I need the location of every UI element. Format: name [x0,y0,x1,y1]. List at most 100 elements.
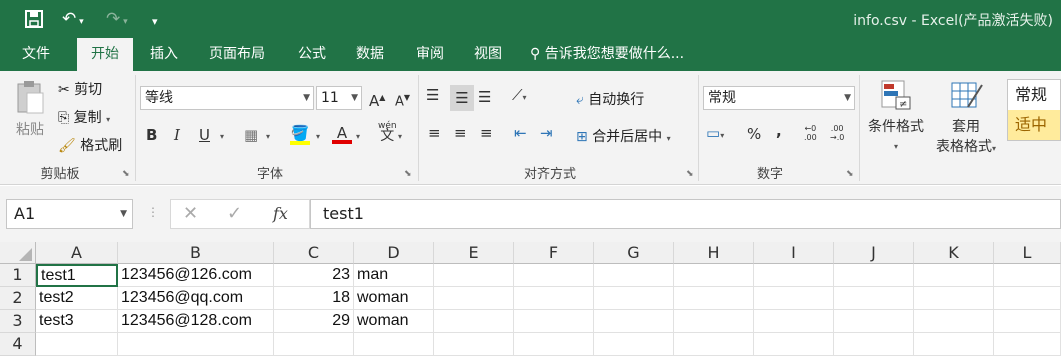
undo-icon[interactable]: ↶ ▾ [62,9,84,32]
column-header-i[interactable]: I [754,242,834,264]
cell-j3[interactable] [834,310,914,333]
cell-f3[interactable] [514,310,594,333]
increase-decimal-icon[interactable]: ←0.00 [804,124,817,142]
name-box[interactable]: A1 ▼ [6,199,133,229]
format-painter-button[interactable]: 🖌 格式刷 [58,135,122,155]
cell-g3[interactable] [594,310,674,333]
cell-k4[interactable] [914,333,994,356]
cell-b3[interactable]: 123456@128.com [118,310,274,333]
cell-e4[interactable] [434,333,514,356]
font-color-dropdown-icon[interactable]: ▾ [356,132,360,141]
align-middle-icon[interactable]: ☰ [450,85,474,111]
formula-input[interactable]: test1 [310,199,1061,229]
cell-j4[interactable] [834,333,914,356]
save-icon[interactable] [24,9,44,34]
tab-home[interactable]: 开始 [77,38,133,71]
accounting-format-icon[interactable]: ▭▾ [706,123,724,146]
orientation-icon[interactable]: ⟋▾ [512,85,527,108]
align-center-icon[interactable]: ≡ [454,123,467,143]
tab-file[interactable]: 文件 [8,38,64,71]
increase-indent-icon[interactable]: ⇥ [540,123,553,143]
phonetic-dropdown-icon[interactable]: ▾ [398,132,402,141]
cell-e2[interactable] [434,287,514,310]
align-top-icon[interactable]: ☰ [426,85,439,105]
column-header-l[interactable]: L [994,242,1061,264]
cell-g2[interactable] [594,287,674,310]
shrink-font-button[interactable]: A▼ [395,88,410,112]
cell-k3[interactable] [914,310,994,333]
cell-l4[interactable] [994,333,1061,356]
decrease-indent-icon[interactable]: ⇤ [514,123,527,143]
cell-d4[interactable] [354,333,434,356]
fill-color-dropdown-icon[interactable]: ▾ [316,132,320,141]
paste-button[interactable]: 粘贴 [12,79,48,153]
italic-button[interactable]: I [174,125,180,145]
cell-c2[interactable]: 18 [274,287,354,310]
cell-l1[interactable] [994,264,1061,287]
cell-i1[interactable] [754,264,834,287]
grow-font-button[interactable]: A▲ [369,88,385,111]
cell-a2[interactable]: test2 [36,287,118,310]
cell-f4[interactable] [514,333,594,356]
merge-center-button[interactable]: ⊞ 合并后居中 ▾ [576,126,671,146]
select-all-button[interactable] [0,242,36,264]
cell-b2[interactable]: 123456@qq.com [118,287,274,310]
cell-l2[interactable] [994,287,1061,310]
cancel-icon[interactable]: ✕ [183,203,198,224]
column-header-j[interactable]: J [834,242,914,264]
percent-button[interactable]: % [747,124,761,144]
cell-a1[interactable]: test1 [36,264,118,287]
column-header-c[interactable]: C [274,242,354,264]
align-left-icon[interactable]: ≡ [428,123,441,143]
cell-j1[interactable] [834,264,914,287]
cell-h3[interactable] [674,310,754,333]
cell-b1[interactable]: 123456@126.com [118,264,274,287]
style-normal[interactable]: 常规 [1008,80,1060,110]
row-header-3[interactable]: 3 [0,310,36,333]
bold-button[interactable]: B [146,125,157,145]
font-size-select[interactable]: 11 ▼ [316,86,362,110]
column-header-d[interactable]: D [354,242,434,264]
column-header-e[interactable]: E [434,242,514,264]
cell-a4[interactable] [36,333,118,356]
align-bottom-icon[interactable]: ☰ [478,87,491,107]
row-header-2[interactable]: 2 [0,287,36,310]
column-header-b[interactable]: B [118,242,274,264]
cell-j2[interactable] [834,287,914,310]
style-neutral[interactable]: 适中 [1008,110,1060,140]
underline-button[interactable]: U [199,125,210,145]
clipboard-launcher-icon[interactable]: ⬊ [122,169,130,179]
customize-qat-icon[interactable]: ▾ [152,12,158,32]
cell-i3[interactable] [754,310,834,333]
underline-dropdown-icon[interactable]: ▾ [220,132,224,141]
fill-color-button[interactable]: 🪣 [290,123,310,145]
borders-dropdown-icon[interactable]: ▾ [266,132,270,141]
row-header-1[interactable]: 1 [0,264,36,287]
cell-h1[interactable] [674,264,754,287]
column-header-f[interactable]: F [514,242,594,264]
align-right-icon[interactable]: ≡ [480,123,493,143]
redo-icon[interactable]: ↷ ▾ [106,9,128,32]
cell-c3[interactable]: 29 [274,310,354,333]
wrap-text-button[interactable]: ⤶ 自动换行 [576,89,644,109]
tab-page-layout[interactable]: 页面布局 [198,38,276,71]
tab-view[interactable]: 视图 [462,38,514,71]
tab-insert[interactable]: 插入 [136,38,192,71]
cell-f2[interactable] [514,287,594,310]
borders-button[interactable]: ▦ [244,125,258,145]
cell-d2[interactable]: woman [354,287,434,310]
cell-g1[interactable] [594,264,674,287]
number-format-select[interactable]: 常规 ▼ [703,86,855,110]
cell-styles-gallery[interactable]: 常规 适中 [1007,79,1061,141]
cell-k2[interactable] [914,287,994,310]
cell-c1[interactable]: 23 [274,264,354,287]
column-header-a[interactable]: A [36,242,118,264]
cell-f1[interactable] [514,264,594,287]
cell-k1[interactable] [914,264,994,287]
tell-me-box[interactable]: ⚲ 告诉我您想要做什么... [530,38,710,71]
cell-i4[interactable] [754,333,834,356]
cell-i2[interactable] [754,287,834,310]
font-name-select[interactable]: 等线 ▼ [140,86,314,110]
copy-button[interactable]: ⎘ 复制 ▾ [58,107,110,127]
cell-d3[interactable]: woman [354,310,434,333]
